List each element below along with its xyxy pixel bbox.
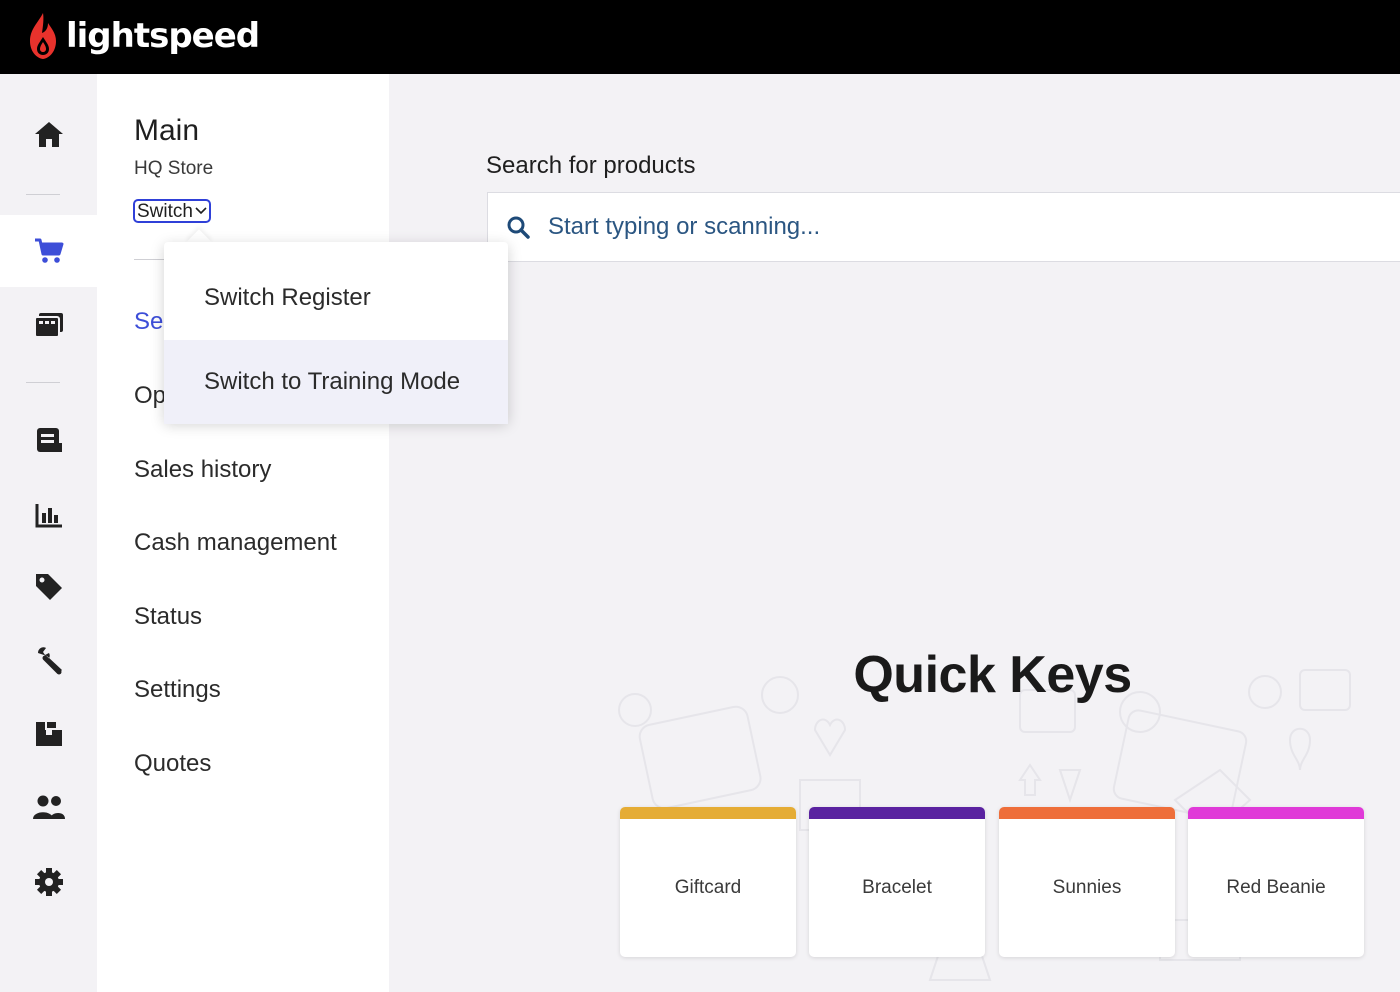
quick-key-color-bar: [620, 807, 796, 819]
rail-customers[interactable]: [0, 771, 97, 843]
quick-key-color-bar: [999, 807, 1175, 819]
menu-item-switch-training-mode[interactable]: Switch to Training Mode: [164, 340, 508, 424]
store-name: HQ Store: [134, 158, 214, 179]
search-input[interactable]: [546, 212, 1350, 242]
switch-button[interactable]: Switch: [133, 199, 211, 223]
quick-key-color-bar: [1188, 807, 1364, 819]
quick-key-label: Giftcard: [674, 877, 742, 898]
brand-name: lightspeed: [66, 16, 260, 56]
inventory-icon: [35, 722, 62, 746]
quick-key-card[interactable]: Sunnies: [999, 807, 1175, 957]
chevron-down-icon: [195, 207, 207, 215]
tag-icon: [35, 574, 62, 600]
nav-item-sales-history[interactable]: Sales history: [134, 456, 271, 484]
nav-item-open[interactable]: Op: [134, 382, 166, 410]
rail-tools[interactable]: [0, 624, 97, 696]
menu-item-switch-register[interactable]: Switch Register: [164, 256, 508, 340]
quick-key-card[interactable]: Bracelet: [809, 807, 985, 957]
wrench-icon: [37, 647, 62, 675]
lightspeed-flame-icon: [30, 13, 56, 59]
search-icon: [507, 216, 530, 239]
rail-register[interactable]: [0, 289, 97, 361]
rail-settings[interactable]: [0, 846, 97, 918]
quick-key-color-bar: [809, 807, 985, 819]
quick-key-card[interactable]: Giftcard: [620, 807, 796, 957]
nav-item-quotes[interactable]: Quotes: [134, 750, 211, 778]
switch-dropdown-menu: Switch Register Switch to Training Mode: [164, 242, 508, 424]
receipt-icon: [36, 428, 62, 452]
home-icon: [34, 122, 63, 147]
rail-products[interactable]: [0, 551, 97, 623]
quick-key-card[interactable]: Red Beanie: [1188, 807, 1364, 957]
nav-item-cash-management[interactable]: Cash management: [134, 529, 337, 557]
quick-key-label: Sunnies: [1052, 877, 1122, 898]
reports-icon: [35, 504, 62, 528]
sell-panel: Main HQ Store Switch Sel Op Sales histor…: [97, 74, 389, 992]
gear-icon: [34, 868, 63, 896]
quick-key-label: Red Beanie: [1226, 877, 1326, 898]
rail-sales[interactable]: [0, 404, 97, 476]
icon-rail: [0, 74, 97, 992]
rail-reports[interactable]: [0, 479, 97, 551]
customers-icon: [32, 795, 65, 819]
switch-label: Switch: [137, 200, 193, 222]
register-icon: [33, 313, 63, 338]
panel-title: Main: [134, 114, 200, 147]
rail-inventory[interactable]: [0, 698, 97, 770]
search-label: Search for products: [486, 152, 696, 179]
rail-home[interactable]: [0, 98, 97, 170]
nav-item-settings[interactable]: Settings: [134, 676, 221, 704]
search-box[interactable]: [487, 192, 1400, 262]
quick-keys-title: Quick Keys: [853, 646, 1132, 704]
cart-icon: [34, 238, 63, 263]
rail-sell[interactable]: [0, 215, 97, 287]
quick-key-label: Bracelet: [862, 877, 932, 898]
top-bar: lightspeed: [0, 0, 1400, 74]
brand-logo[interactable]: lightspeed: [26, 10, 260, 62]
nav-item-status[interactable]: Status: [134, 603, 202, 631]
